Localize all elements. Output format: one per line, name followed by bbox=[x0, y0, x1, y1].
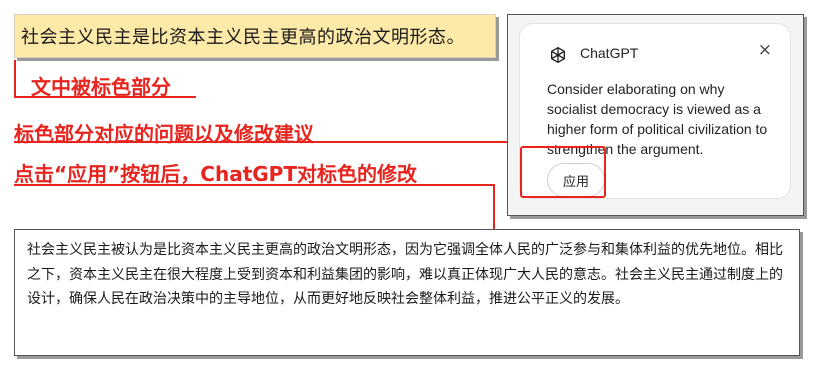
annotation-highlight-label: 文中被标色部分 bbox=[31, 75, 171, 99]
close-icon[interactable]: × bbox=[758, 40, 772, 60]
apply-button-highlight bbox=[520, 146, 606, 198]
openai-logo-icon bbox=[548, 45, 568, 65]
highlighted-sentence: 社会主义民主是比资本主义民主更高的政治文明形态。 bbox=[21, 27, 465, 48]
annotation-after-apply-label: 点击“应用”按钮后，ChatGPT对标色的修改 bbox=[14, 162, 417, 186]
annotation-suggestion-label: 标色部分对应的问题以及修改建议 bbox=[14, 122, 314, 146]
revised-paragraph-box: 社会主义民主被认为是比资本主义民主更高的政治文明形态，因为它强调全体人民的广泛参… bbox=[14, 229, 800, 356]
connector-line bbox=[493, 184, 495, 230]
card-title: ChatGPT bbox=[580, 45, 639, 61]
connector-line bbox=[14, 60, 16, 97]
highlighted-sentence-box: 社会主义民主是比资本主义民主更高的政治文明形态。 bbox=[14, 14, 496, 58]
revised-paragraph: 社会主义民主被认为是比资本主义民主更高的政治文明形态，因为它强调全体人民的广泛参… bbox=[27, 242, 783, 307]
